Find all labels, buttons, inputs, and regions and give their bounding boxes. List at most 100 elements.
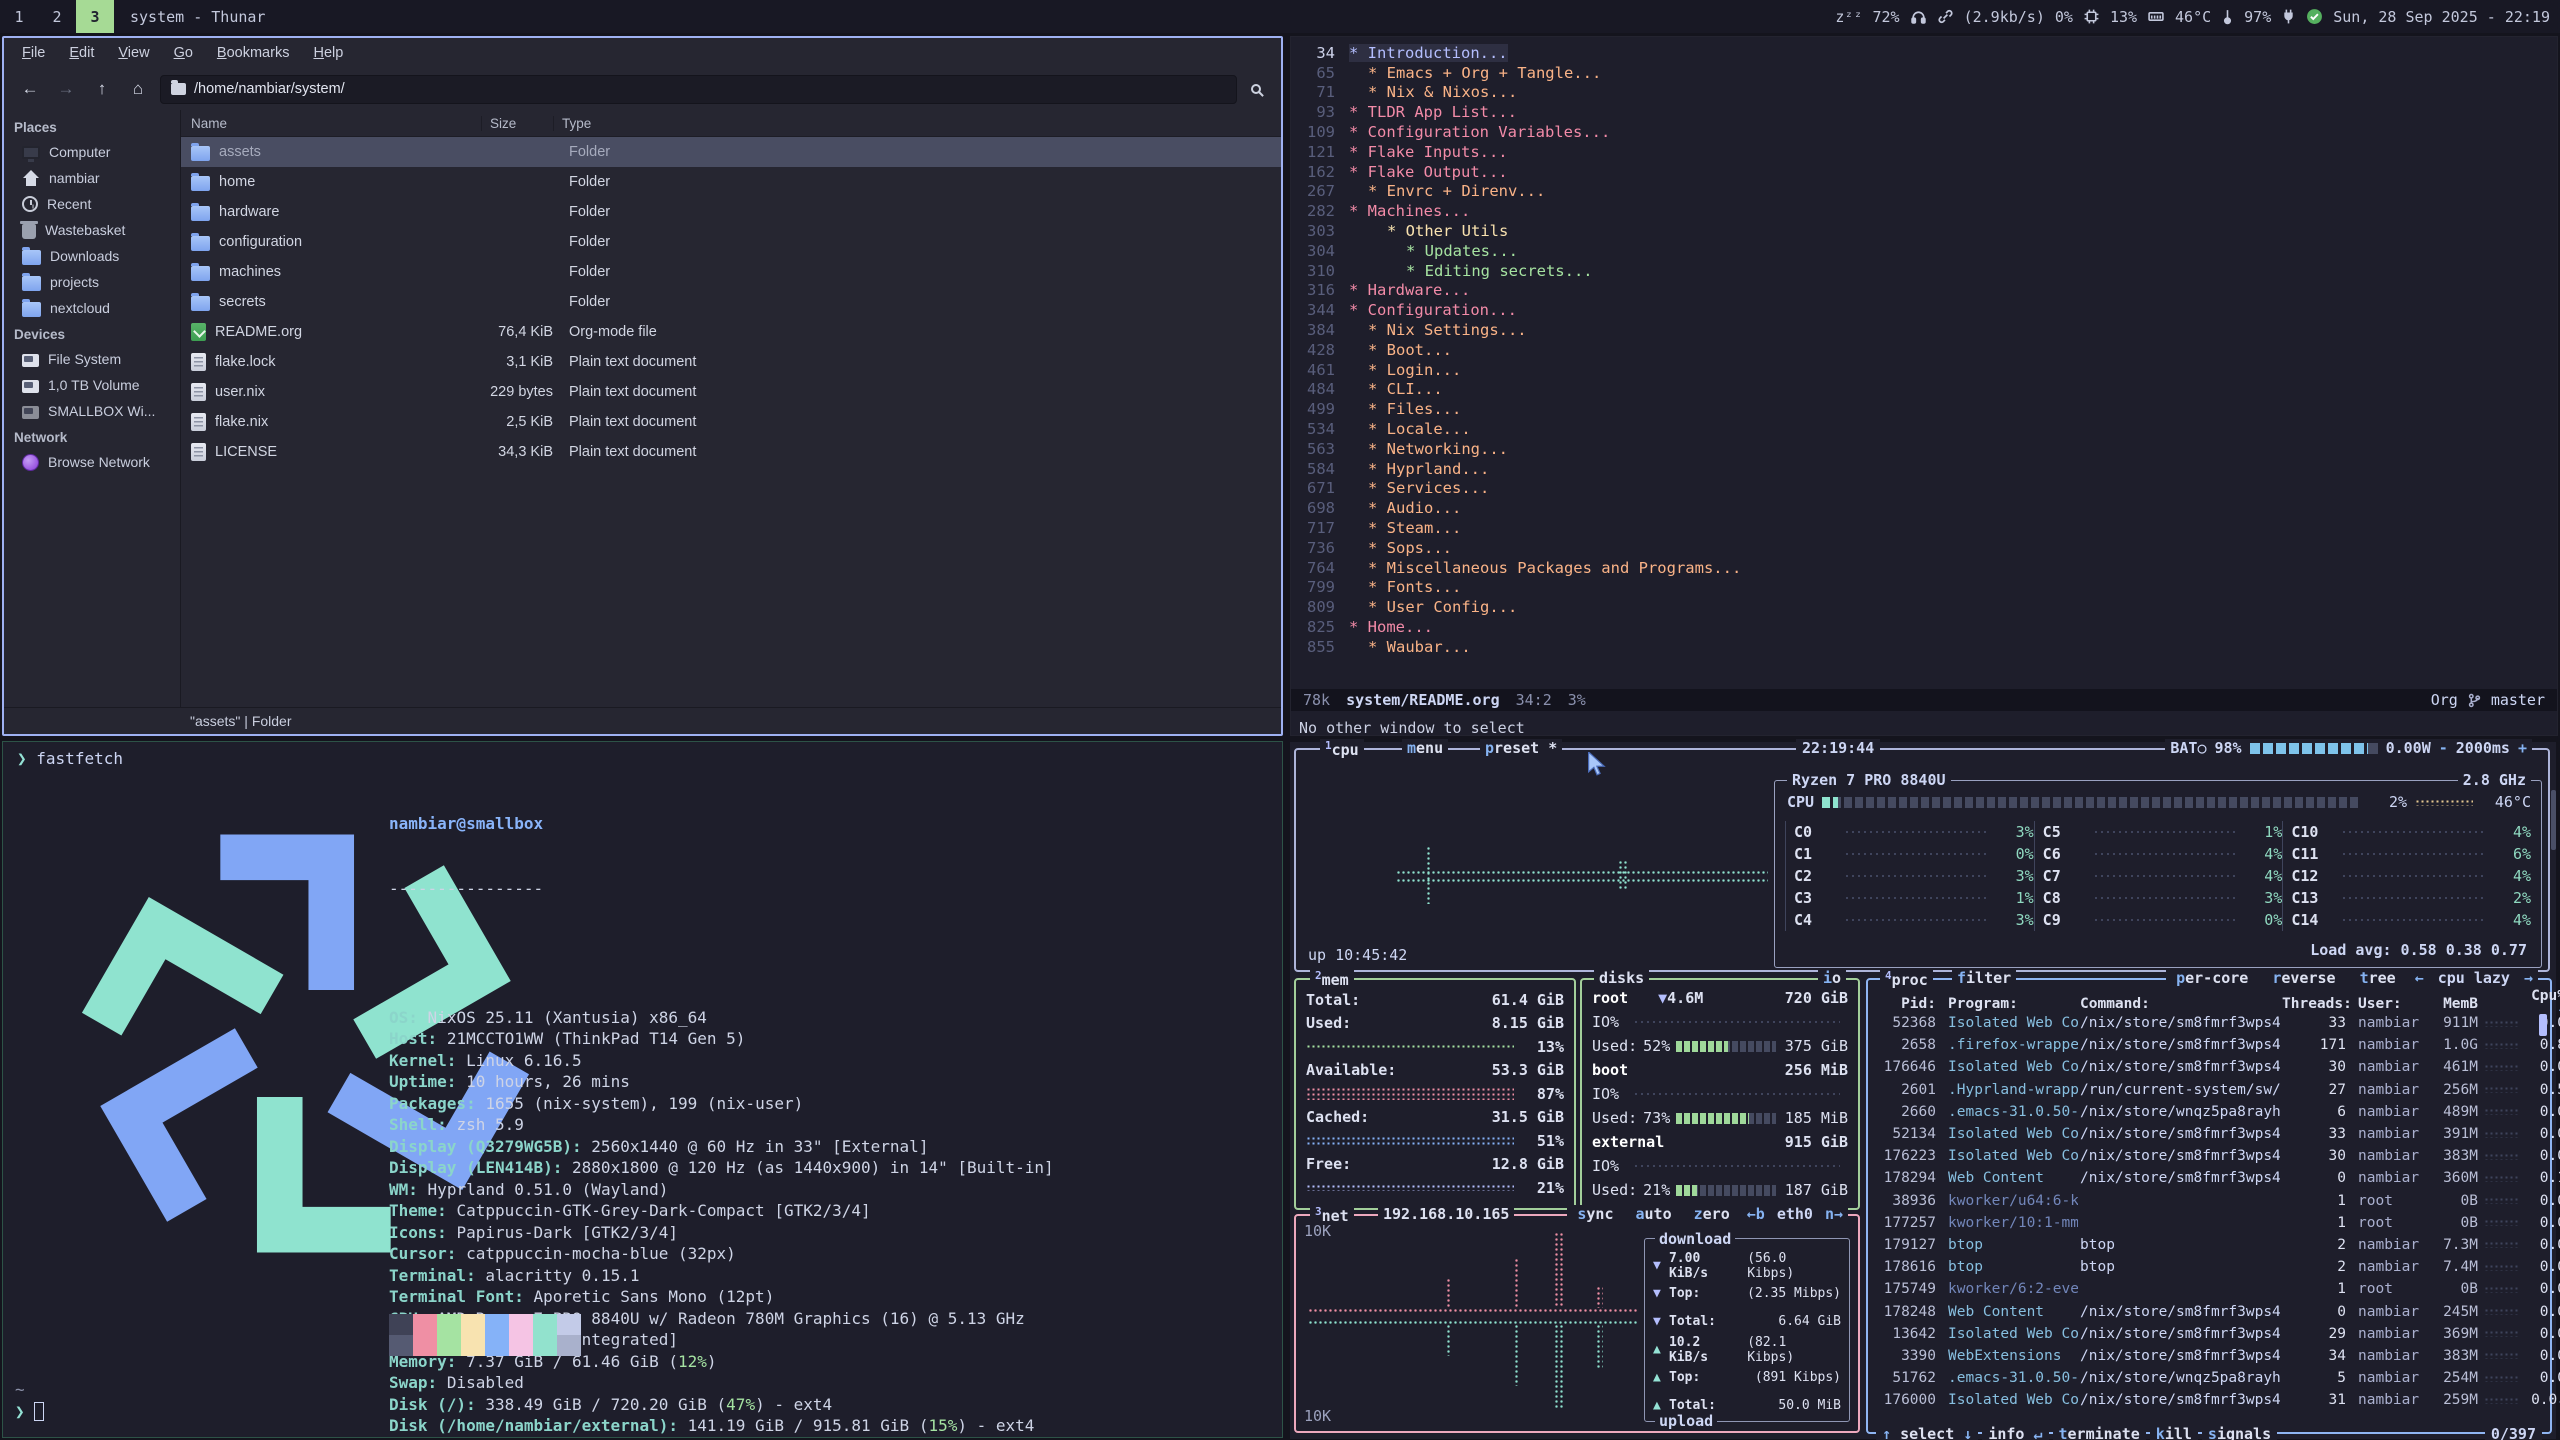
org-heading-line[interactable]: 825 * Home...: [1291, 617, 2557, 637]
menu-button[interactable]: menu: [1402, 739, 1448, 757]
btop-scrollbar[interactable]: [2551, 790, 2556, 850]
file-row[interactable]: hardware Folder: [181, 197, 1281, 227]
process-row[interactable]: 178616 btop btop 2 nambiar 7.4M 0.0: [1878, 1256, 2536, 1278]
process-row[interactable]: 176223 Isolated Web Co /nix/store/sm8fmr…: [1878, 1145, 2536, 1167]
header-command[interactable]: Command:: [2080, 996, 2280, 1012]
headphones-icon[interactable]: [1910, 8, 1927, 25]
org-heading-line[interactable]: 282 * Machines...: [1291, 201, 2557, 221]
sidebar-item[interactable]: projects: [4, 269, 180, 295]
select-button[interactable]: ↑ select ↓: [1876, 1425, 1978, 1440]
org-heading-line[interactable]: 310 * Editing secrets...: [1291, 261, 2557, 281]
sidebar-item[interactable]: Browse Network: [4, 449, 180, 475]
org-heading-line[interactable]: 563 * Networking...: [1291, 439, 2557, 459]
menu-item[interactable]: Go: [162, 41, 205, 65]
sidebar-item[interactable]: Recent: [4, 191, 180, 217]
org-heading-line[interactable]: 736 * Sops...: [1291, 538, 2557, 558]
org-heading-line[interactable]: 584 * Hyprland...: [1291, 459, 2557, 479]
org-heading-line[interactable]: 65 * Emacs + Org + Tangle...: [1291, 63, 2557, 83]
org-heading-line[interactable]: 304 * Updates...: [1291, 241, 2557, 261]
column-type[interactable]: Type: [553, 116, 1281, 131]
search-icon[interactable]: [1251, 84, 1261, 94]
net-next-button[interactable]: n→: [1825, 1205, 1843, 1223]
net-zero-button[interactable]: zero: [1689, 1205, 1735, 1223]
process-row[interactable]: 179127 btop btop 2 nambiar 7.3M 0.0: [1878, 1234, 2536, 1256]
filter-button[interactable]: filter: [1952, 969, 2016, 987]
shell-prompt-idle[interactable]: ❯: [15, 1402, 44, 1421]
sidebar-item[interactable]: File System: [4, 346, 180, 372]
terminate-button[interactable]: terminate: [2053, 1425, 2146, 1440]
git-branch-name[interactable]: master: [2491, 691, 2545, 709]
process-row[interactable]: 3390 WebExtensions /nix/store/sm8fmrf3wp…: [1878, 1345, 2536, 1367]
clock-date[interactable]: Sun, 28 Sep 2025 - 22:19: [2333, 8, 2550, 26]
sidebar-item[interactable]: Computer: [4, 139, 180, 165]
org-heading-line[interactable]: 109 * Configuration Variables...: [1291, 122, 2557, 142]
net-prev-button[interactable]: ←b: [1747, 1205, 1765, 1223]
org-heading-line[interactable]: 344 * Configuration...: [1291, 300, 2557, 320]
org-heading-line[interactable]: 428 * Boot...: [1291, 340, 2557, 360]
org-heading-line[interactable]: 799 * Fonts...: [1291, 578, 2557, 598]
header-program[interactable]: Program:: [1938, 996, 2078, 1012]
workspace-button[interactable]: 3: [76, 0, 114, 33]
org-heading-line[interactable]: 71 * Nix & Nixos...: [1291, 83, 2557, 103]
sidebar-item[interactable]: nambiar: [4, 165, 180, 191]
workspace-button[interactable]: 1: [0, 0, 38, 33]
file-row[interactable]: user.nix 229 bytes Plain text document: [181, 377, 1281, 407]
process-row[interactable]: 2660 .emacs-31.0.50- /nix/store/wnqz5pa8…: [1878, 1101, 2536, 1123]
mem-tab[interactable]: 2mem: [1310, 969, 1354, 989]
org-heading-line[interactable]: 303 * Other Utils: [1291, 221, 2557, 241]
menu-item[interactable]: Help: [301, 41, 355, 65]
org-heading-line[interactable]: 34 * Introduction...: [1291, 43, 2557, 63]
file-row[interactable]: flake.nix 2,5 KiB Plain text document: [181, 407, 1281, 437]
file-row[interactable]: README.org 76,4 KiB Org-mode file: [181, 317, 1281, 347]
org-heading-line[interactable]: 764 * Miscellaneous Packages and Program…: [1291, 558, 2557, 578]
org-heading-line[interactable]: 484 * CLI...: [1291, 380, 2557, 400]
org-heading-line[interactable]: 534 * Locale...: [1291, 419, 2557, 439]
process-row[interactable]: 52368 Isolated Web Co /nix/store/sm8fmrf…: [1878, 1012, 2536, 1034]
proc-scrollbar-thumb[interactable]: [2539, 1014, 2547, 1036]
per-core-button[interactable]: per-core: [2171, 969, 2253, 987]
signals-button[interactable]: signals: [2202, 1425, 2277, 1440]
idle-inhibitor-icon[interactable]: zᶻᶻ: [1835, 8, 1862, 26]
file-row[interactable]: home Folder: [181, 167, 1281, 197]
org-heading-line[interactable]: 267 * Envrc + Direnv...: [1291, 182, 2557, 202]
io-mode-button[interactable]: io: [1818, 969, 1846, 987]
header-memb[interactable]: MemB: [2422, 996, 2478, 1012]
workspace-button[interactable]: 2: [38, 0, 76, 33]
header-user[interactable]: User:: [2348, 996, 2420, 1012]
interval-plus-button[interactable]: +: [2518, 739, 2527, 757]
kill-button[interactable]: kill: [2150, 1425, 2198, 1440]
path-bar[interactable]: /home/nambiar/system/: [160, 75, 1237, 104]
org-heading-line[interactable]: 855 * Waubar...: [1291, 637, 2557, 657]
header-threads[interactable]: Threads:: [2282, 996, 2346, 1012]
org-heading-line[interactable]: 316 * Hardware...: [1291, 281, 2557, 301]
sort-next-button[interactable]: →: [2524, 969, 2533, 987]
process-row[interactable]: 52134 Isolated Web Co /nix/store/sm8fmrf…: [1878, 1123, 2536, 1145]
sidebar-item[interactable]: SMALLBOX Wi...: [4, 398, 180, 424]
process-row[interactable]: 51762 .emacs-31.0.50- /nix/store/wnqz5pa…: [1878, 1367, 2536, 1389]
sidebar-item[interactable]: Downloads: [4, 243, 180, 269]
process-row[interactable]: 177257 kworker/10:1-mm_ 1 root 0B 0.0: [1878, 1212, 2536, 1234]
process-row[interactable]: 2658 .firefox-wrappe /nix/store/sm8fmrf3…: [1878, 1034, 2536, 1056]
info-button[interactable]: info ↵: [1982, 1425, 2048, 1440]
cpu-tab[interactable]: 1cpu: [1320, 739, 1364, 759]
menu-item[interactable]: View: [106, 41, 161, 65]
org-heading-line[interactable]: 162 * Flake Output...: [1291, 162, 2557, 182]
preset-button[interactable]: preset *: [1480, 739, 1562, 757]
reverse-button[interactable]: reverse: [2267, 969, 2340, 987]
process-row[interactable]: 176646 Isolated Web Co /nix/store/sm8fmr…: [1878, 1056, 2536, 1078]
process-row[interactable]: 175749 kworker/6:2-even 1 root 0B 0.0: [1878, 1278, 2536, 1300]
sidebar-item[interactable]: Wastebasket: [4, 217, 180, 243]
org-heading-line[interactable]: 698 * Audio...: [1291, 498, 2557, 518]
column-name[interactable]: Name: [181, 116, 481, 131]
tree-button[interactable]: tree: [2355, 969, 2401, 987]
sort-prev-button[interactable]: ←: [2415, 969, 2424, 987]
net-auto-button[interactable]: auto: [1631, 1205, 1677, 1223]
process-row[interactable]: 2601 .Hyprland-wrapp /run/current-system…: [1878, 1079, 2536, 1101]
process-row[interactable]: 176000 Isolated Web Co /nix/store/sm8fmr…: [1878, 1389, 2536, 1411]
org-heading-line[interactable]: 93 * TLDR App List...: [1291, 102, 2557, 122]
net-sync-button[interactable]: sync: [1572, 1205, 1618, 1223]
major-mode[interactable]: Org: [2431, 691, 2458, 709]
org-heading-line[interactable]: 121 * Flake Inputs...: [1291, 142, 2557, 162]
terminal-window[interactable]: ❯ fastfetch nambiar@smallbox -----------…: [2, 741, 1283, 1438]
proc-tab[interactable]: 4proc: [1880, 969, 1933, 989]
